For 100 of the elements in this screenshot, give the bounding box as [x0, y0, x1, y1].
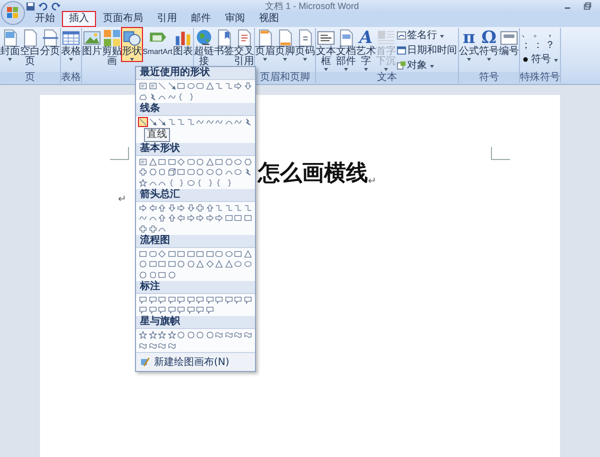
left-arrow-icon[interactable] [176, 213, 186, 223]
callout-icon[interactable] [204, 294, 214, 304]
rectangle-icon[interactable] [176, 167, 186, 177]
ribbon-button[interactable]: 分页 [40, 28, 60, 57]
cross-icon[interactable] [195, 202, 205, 212]
undo-icon[interactable] [38, 2, 48, 10]
ribbon-button[interactable]: 日期和时间 [396, 44, 458, 57]
rectangle-icon[interactable] [148, 259, 158, 269]
rectangle-icon[interactable] [233, 248, 243, 258]
up-arrow-icon[interactable] [204, 202, 214, 212]
right-arrow-icon[interactable] [214, 213, 224, 223]
oval-icon[interactable] [233, 259, 243, 269]
text-box-icon[interactable] [138, 156, 148, 166]
rectangle-icon[interactable] [176, 248, 186, 258]
callout-icon[interactable] [186, 305, 196, 315]
callout-icon[interactable] [176, 294, 186, 304]
elbow-connector-icon[interactable] [214, 202, 224, 212]
star-icon[interactable] [138, 178, 148, 188]
callout-icon[interactable] [224, 294, 234, 304]
callout-icon[interactable] [242, 294, 252, 304]
elbow-connector-icon[interactable] [242, 202, 252, 212]
rectangle-icon[interactable] [214, 156, 224, 166]
rectangle-icon[interactable] [242, 213, 252, 223]
line-icon[interactable] [157, 81, 167, 91]
symbol-button[interactable]: 。 [532, 28, 544, 40]
ribbon-button[interactable]: 超链接 [194, 28, 214, 67]
circle-icon[interactable] [138, 259, 148, 269]
ribbon-tab[interactable]: 页面布局 [96, 11, 150, 27]
callout-icon[interactable] [148, 305, 158, 315]
oval-icon[interactable] [233, 167, 243, 177]
elbow-connector-icon[interactable] [224, 81, 234, 91]
callout-icon[interactable] [166, 294, 176, 304]
text-box-icon[interactable] [138, 81, 148, 91]
ribbon-tab[interactable]: 审阅 [218, 11, 252, 27]
oval-icon[interactable] [186, 81, 196, 91]
ribbon-button[interactable]: 编号 [499, 28, 519, 57]
rounded-rectangle-icon[interactable] [148, 248, 158, 258]
symbol-button[interactable]: ； [520, 40, 532, 52]
left-arrow-icon[interactable] [148, 202, 158, 212]
rectangle-icon[interactable] [157, 259, 167, 269]
circle-icon[interactable] [195, 156, 205, 166]
ribbon-button[interactable]: 页脚 [275, 28, 295, 61]
right-arrow-icon[interactable] [138, 202, 148, 212]
up-arrow-icon[interactable] [166, 213, 176, 223]
rectangle-icon[interactable] [157, 156, 167, 166]
rectangle-icon[interactable] [166, 248, 176, 258]
ribbon-button[interactable]: 符号 [520, 53, 559, 66]
elbow-connector-icon[interactable] [233, 202, 243, 212]
ribbon-button[interactable]: 形状 [122, 28, 142, 61]
star-icon[interactable] [138, 330, 148, 340]
rectangle-icon[interactable] [166, 156, 176, 166]
callout-icon[interactable] [204, 305, 214, 315]
arrow-line-icon[interactable] [157, 116, 167, 126]
ribbon-tab[interactable]: 引用 [150, 11, 184, 27]
callout-icon[interactable] [176, 305, 186, 315]
triangle-icon[interactable] [242, 248, 252, 258]
triangle-icon[interactable] [195, 259, 205, 269]
star-icon[interactable] [148, 330, 158, 340]
triangle-icon[interactable] [204, 156, 214, 166]
right-arrow-icon[interactable] [186, 213, 196, 223]
cylinder-icon[interactable] [148, 270, 158, 280]
oval-icon[interactable] [224, 248, 234, 258]
star-icon[interactable] [157, 330, 167, 340]
cloud-icon[interactable] [138, 92, 148, 102]
down-arrow-icon[interactable] [186, 202, 196, 212]
ribbon-button[interactable]: 图表 [173, 28, 193, 57]
callout-icon[interactable] [138, 305, 148, 315]
ribbon-tab[interactable]: 开始 [28, 11, 62, 27]
circle-icon[interactable] [186, 330, 196, 340]
ribbon-button[interactable]: 空白页 [20, 28, 40, 67]
rectangle-icon[interactable] [195, 248, 205, 258]
up-arrow-icon[interactable] [157, 202, 167, 212]
restore-icon[interactable] [583, 2, 592, 10]
rounded-rectangle-icon[interactable] [195, 81, 205, 91]
star-icon[interactable] [166, 330, 176, 340]
diamond-icon[interactable] [204, 259, 214, 269]
ribbon-button[interactable]: 封面 [0, 28, 20, 61]
oval-icon[interactable] [242, 259, 252, 269]
cross-icon[interactable] [138, 167, 148, 177]
ribbon-button[interactable]: 书签 [214, 28, 234, 57]
right-arrow-icon[interactable] [204, 213, 214, 223]
ribbon-tab[interactable]: 插入 [62, 11, 96, 27]
oval-icon[interactable] [186, 178, 196, 188]
triangle-icon[interactable] [224, 259, 234, 269]
callout-icon[interactable] [157, 305, 167, 315]
right-arrow-icon[interactable] [233, 81, 243, 91]
circle-icon[interactable] [186, 259, 196, 269]
right-arrow-icon[interactable] [176, 202, 186, 212]
menu-item[interactable]: 新建绘图画布(N) [136, 352, 255, 370]
ribbon-button[interactable]: 剪贴画 [102, 28, 122, 67]
elbow-connector-icon[interactable] [176, 116, 186, 126]
cross-icon[interactable] [138, 224, 148, 234]
elbow-connector-icon[interactable] [166, 116, 176, 126]
rectangle-icon[interactable] [186, 248, 196, 258]
rounded-rectangle-icon[interactable] [186, 156, 196, 166]
callout-icon[interactable] [186, 294, 196, 304]
up-arrow-icon[interactable] [157, 213, 167, 223]
ribbon-button[interactable]: 页码 [295, 28, 315, 61]
ribbon-button[interactable]: 交叉引用 [234, 28, 254, 67]
circle-icon[interactable] [214, 167, 224, 177]
